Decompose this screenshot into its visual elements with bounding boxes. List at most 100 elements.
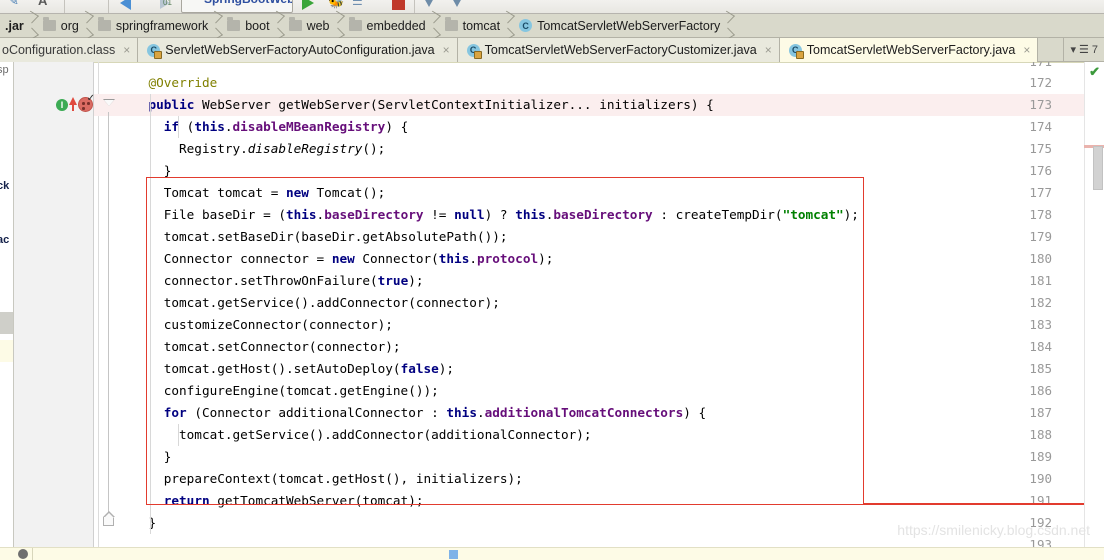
status-bar	[0, 547, 1104, 560]
java-class-icon: C	[466, 43, 482, 59]
code-token: ();	[362, 141, 386, 156]
close-icon[interactable]: ×	[443, 43, 450, 57]
marker-gutter[interactable]: ✔	[1084, 62, 1104, 560]
breadcrumb-item-embedded[interactable]: embedded	[344, 14, 430, 38]
line-number[interactable]: 174	[1012, 116, 1052, 138]
toolbar-separator	[64, 0, 65, 13]
line-number[interactable]: 179	[1012, 226, 1052, 248]
tab-overflow-control[interactable]: ▾ ☰ 7	[1063, 38, 1104, 61]
breadcrumb-separator-icon	[212, 14, 222, 38]
breadcrumb-item-tomcat[interactable]: tomcat	[440, 14, 505, 38]
code-token: WebServer getWebServer(ServletContextIni…	[194, 97, 714, 112]
tab-tomcatservletwebserverfactory[interactable]: C TomcatServletWebServerFactory.java ×	[779, 38, 1039, 62]
breadcrumb-item-boot[interactable]: boot	[222, 14, 273, 38]
inspection-ok-icon[interactable]: ✔	[1089, 64, 1100, 80]
back-arrow-icon[interactable]	[120, 0, 131, 10]
dropdown-icon-2[interactable]	[452, 0, 462, 7]
code-line[interactable]: if (this.disableMBeanRegistry) {	[164, 116, 408, 138]
breadcrumb-label: boot	[245, 18, 270, 33]
tab-oconfiguration-class[interactable]: oConfiguration.class ×	[0, 38, 139, 62]
tab-label: oConfiguration.class	[2, 43, 116, 57]
code-token: .	[224, 119, 233, 134]
status-bar-icon[interactable]	[18, 549, 28, 559]
tab-label: TomcatServletWebServerFactoryCustomizer.…	[484, 43, 757, 57]
breadcrumb-item-org[interactable]: org	[38, 14, 83, 38]
breakpoint-icon[interactable]	[78, 93, 95, 112]
run-icon[interactable]	[302, 0, 314, 10]
tool-window-label-sp[interactable]: sp	[0, 64, 9, 76]
folder-icon	[348, 17, 362, 31]
line-number[interactable]: 189	[1012, 446, 1052, 468]
java-class-icon: C	[788, 43, 804, 59]
line-number[interactable]: 185	[1012, 358, 1052, 380]
close-icon[interactable]: ×	[123, 43, 130, 57]
step-label: 01	[163, 0, 172, 7]
line-number[interactable]: 191	[1012, 490, 1052, 512]
breadcrumb-label: springframework	[115, 18, 209, 33]
fold-gutter-line	[98, 62, 99, 560]
line-number[interactable]: 187	[1012, 402, 1052, 424]
code-line[interactable]: @Override	[149, 72, 218, 94]
breadcrumb-item-springframework[interactable]: springframework	[93, 14, 212, 38]
code-token: if	[163, 119, 180, 134]
chevron-down-icon: ▾	[1070, 44, 1076, 56]
dropdown-icon-1[interactable]	[424, 0, 434, 7]
close-icon[interactable]: ×	[765, 43, 772, 57]
code-token: Registry.	[179, 141, 248, 156]
coverage-icon[interactable]: ☰	[352, 0, 363, 8]
tab-tomcatservletwebserverfactorycustomizer[interactable]: C TomcatServletWebServerFactoryCustomize…	[457, 38, 780, 62]
toolbar-separator	[414, 0, 415, 13]
line-number[interactable]: 176	[1012, 160, 1052, 182]
breadcrumb-item-class[interactable]: C TomcatServletWebServerFactory	[514, 14, 724, 38]
brush-icon[interactable]: ✎	[8, 0, 19, 9]
folder-icon	[227, 17, 241, 31]
line-number[interactable]: 181	[1012, 270, 1052, 292]
tool-window-label-ac[interactable]: ac	[0, 234, 9, 246]
breadcrumb-separator-icon	[334, 14, 344, 38]
editor-scrollbar-thumb[interactable]	[1093, 146, 1103, 190]
code-line[interactable]: public WebServer getWebServer(ServletCon…	[149, 94, 714, 116]
line-number[interactable]: 180	[1012, 248, 1052, 270]
tab-count-label: 7	[1091, 43, 1098, 56]
debug-icon[interactable]: 🐝	[328, 0, 344, 10]
line-number[interactable]: 184	[1012, 336, 1052, 358]
folder-icon	[288, 17, 302, 31]
editor-tab-bar: oConfiguration.class × C ServletWebServe…	[0, 38, 1104, 62]
fold-region-stem	[108, 112, 109, 518]
line-number[interactable]: 182	[1012, 292, 1052, 314]
line-number[interactable]: 175	[1012, 138, 1052, 160]
line-number: 171	[1012, 62, 1052, 69]
code-line[interactable]: Registry.disableRegistry();	[179, 138, 385, 160]
breadcrumb-label: org	[60, 18, 79, 33]
fold-end-icon[interactable]	[103, 511, 115, 526]
editor-top-border	[14, 62, 1104, 63]
line-number[interactable]: 177	[1012, 182, 1052, 204]
tool-window-label-ck[interactable]: ck	[0, 180, 9, 192]
red-highlight-extension	[864, 503, 1104, 505]
line-number[interactable]: 188	[1012, 424, 1052, 446]
tab-servletwebserverfactoryautoconfiguration[interactable]: C ServletWebServerFactoryAutoConfigurati…	[138, 38, 458, 62]
line-number[interactable]: 173	[1012, 94, 1052, 116]
breadcrumb-separator-icon	[83, 14, 93, 38]
watermark-text: https://smilenicky.blog.csdn.net	[897, 522, 1090, 538]
close-icon[interactable]: ×	[1023, 43, 1030, 57]
breadcrumb-separator-icon	[274, 14, 284, 38]
line-number[interactable]: 190	[1012, 468, 1052, 490]
run-configuration-label: SpringBootWebApplication	[204, 0, 292, 6]
line-number[interactable]: 183	[1012, 314, 1052, 336]
stop-icon[interactable]	[392, 0, 405, 10]
folder-icon	[97, 17, 111, 31]
class-icon: C	[519, 19, 533, 32]
font-icon[interactable]: A	[38, 0, 47, 8]
breadcrumb-item-web[interactable]: web	[284, 14, 334, 38]
toolbar-separator	[108, 0, 109, 13]
line-number-gutter[interactable]	[14, 62, 94, 560]
breadcrumb-separator-icon	[724, 14, 734, 38]
implementing-method-icon[interactable]: I	[56, 99, 68, 111]
line-number[interactable]: 172	[1012, 72, 1052, 94]
tab-label: ServletWebServerFactoryAutoConfiguration…	[165, 43, 435, 57]
code-editor[interactable]: 171 172 @Override 173 public WebServer getWe…	[14, 62, 1104, 560]
line-number[interactable]: 178	[1012, 204, 1052, 226]
tab-list-icon: ☰	[1079, 44, 1089, 56]
line-number[interactable]: 186	[1012, 380, 1052, 402]
